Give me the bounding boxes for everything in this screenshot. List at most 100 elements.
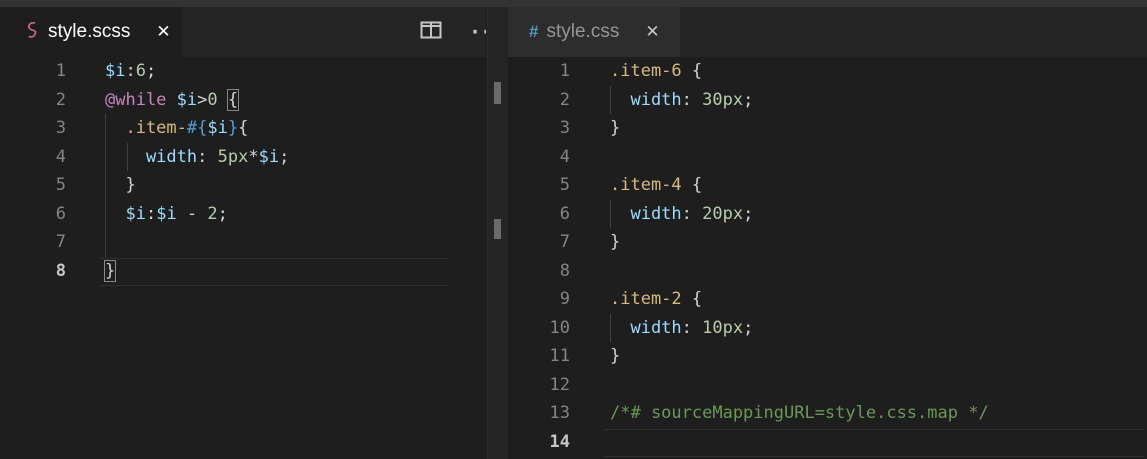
code-line[interactable]: 3 .item-#{$i}{ (0, 114, 486, 143)
code-text: $i:6; (105, 57, 156, 86)
token-op: ; (743, 203, 754, 224)
token-op: : (197, 146, 218, 167)
line-number: 10 (549, 317, 570, 338)
token-var: $i (207, 118, 228, 138)
code-text: width: 30px; (610, 86, 753, 115)
tab-style-scss[interactable]: style.scss ✕ (0, 7, 182, 57)
code-text: @while $i>0 { (105, 86, 240, 115)
scrollbar-marker (494, 219, 501, 239)
token-op: - (176, 203, 208, 224)
token-op: ; (217, 203, 228, 224)
token-num: 20px (702, 203, 744, 224)
line-number: 11 (549, 346, 570, 366)
code-line[interactable]: 7 (0, 228, 486, 257)
token-op (218, 90, 228, 110)
code-line[interactable]: 8 (508, 257, 1147, 286)
code-line[interactable]: 10 width: 10px; (508, 313, 1147, 342)
window-top-strip (0, 0, 1147, 7)
token-brace: { (238, 118, 249, 138)
code-line[interactable]: 6 width: 20px; (508, 199, 1147, 228)
tab-bar: style.scss ✕ ··· (0, 7, 486, 57)
token-prop: width (105, 146, 198, 167)
code-line[interactable]: 5 } (0, 171, 486, 200)
token-op: { (681, 289, 703, 309)
token-op: ; (145, 61, 157, 81)
css-editor-group: # style.css ✕ 1 .item-6 {2 width: 30px; 3}… (508, 7, 1147, 459)
token-sel: .item-6 (610, 61, 682, 81)
code-line[interactable]: 13 /*# sourceMappingURL=style.css.map */ (508, 399, 1147, 428)
code-line[interactable]: 8} (0, 257, 486, 286)
code-line[interactable]: 5 .item-4 { (508, 171, 1147, 200)
line-number: 6 (559, 203, 570, 224)
code-text: } (105, 171, 136, 200)
token-num: 2 (207, 203, 218, 224)
token-op: : (681, 89, 703, 110)
token-op: } (610, 118, 621, 138)
token-op: * (248, 146, 259, 167)
line-number: 7 (55, 232, 66, 252)
token-num: 30px (702, 89, 744, 110)
token-interp: #{ (186, 118, 208, 138)
more-actions-icon[interactable]: ··· (469, 20, 486, 44)
tab-bar: # style.css ✕ (508, 7, 1147, 57)
tab-title: style.css (546, 21, 620, 42)
token-op: ; (743, 89, 754, 110)
code-text: } (610, 114, 620, 143)
tab-style-css[interactable]: # style.css ✕ (508, 7, 680, 57)
token-op: } (610, 232, 621, 252)
code-text: } (610, 342, 620, 371)
code-line[interactable]: 12 (508, 371, 1147, 400)
token-var: $i (105, 203, 146, 224)
line-number: 13 (549, 403, 570, 423)
sass-icon (26, 21, 40, 44)
line-number: 3 (559, 118, 570, 138)
code-line[interactable]: 3} (508, 114, 1147, 143)
close-icon[interactable]: ✕ (156, 22, 170, 42)
token-num: 6 (135, 61, 146, 81)
editor-actions: ··· (420, 7, 486, 57)
line-number: 4 (55, 146, 66, 167)
code-editor[interactable]: 1 .item-6 {2 width: 30px; 3} 4 5 .item-4 {6 w… (508, 57, 1147, 457)
token-op: } (610, 346, 621, 366)
current-line-highlight (604, 428, 1144, 457)
code-line[interactable]: 11} (508, 342, 1147, 371)
split-editor-icon[interactable] (420, 21, 442, 43)
current-line-highlight (99, 257, 449, 286)
line-number: 3 (55, 118, 66, 138)
code-line[interactable]: 1 .item-6 { (508, 57, 1147, 86)
code-editor[interactable]: 1 $i:6; 2 @while $i>0 {3 .item-#{$i}{4 widt… (0, 57, 486, 286)
token-op: : (681, 203, 703, 224)
token-brace: { (226, 88, 240, 111)
token-sel: .item-4 (610, 175, 682, 195)
code-line[interactable]: 4 (508, 143, 1147, 172)
code-text: width: 5px*$i; (105, 143, 289, 172)
code-line[interactable]: 2 width: 30px; (508, 85, 1147, 115)
scrollbar-thumb[interactable] (494, 82, 501, 104)
line-number: 4 (559, 146, 570, 167)
code-line[interactable]: 4 width: 5px*$i; (0, 142, 486, 172)
line-number: 7 (559, 232, 570, 252)
line-number: 1 (559, 61, 570, 81)
token-op: { (681, 175, 703, 195)
code-text: .item-2 { (610, 285, 702, 314)
line-number: 12 (549, 374, 570, 395)
code-line[interactable]: 6 $i:$i - 2; (0, 199, 486, 229)
code-line[interactable]: 9 .item-2 { (508, 285, 1147, 314)
scss-editor-group: style.scss ✕ ··· 1$i:6; 2 @while $i>0 { 3 .… (0, 7, 486, 459)
code-line[interactable]: 1 $i:6; (0, 57, 486, 86)
line-number: 2 (55, 89, 66, 110)
token-op: > (197, 89, 208, 110)
token-prop: width (610, 89, 682, 110)
code-line[interactable]: 2 @while $i>0 { (0, 86, 486, 115)
token-sel: .item- (105, 118, 187, 138)
token-prop: width (610, 317, 682, 338)
token-num: 5px (217, 146, 249, 167)
line-number: 2 (559, 89, 570, 110)
token-brace: } (105, 175, 136, 195)
token-prop: width (610, 203, 682, 224)
code-text: $i:$i - 2; (105, 200, 228, 229)
close-icon[interactable]: ✕ (645, 22, 659, 42)
code-line[interactable]: 14 (508, 428, 1147, 457)
code-line[interactable]: 7} (508, 228, 1147, 257)
token-num: 0 (207, 89, 218, 110)
